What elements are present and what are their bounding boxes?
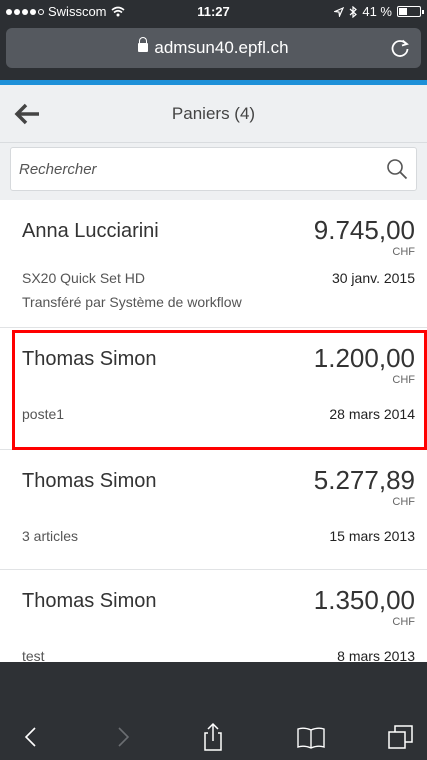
reload-icon[interactable] (389, 37, 411, 59)
battery-fill (399, 8, 407, 15)
address-bar[interactable]: admsun40.epfl.ch (6, 28, 421, 68)
list-item[interactable]: Thomas Simon 1.350,00 CHF test 8 mars 20… (0, 570, 427, 670)
cart-amount: 9.745,00 (313, 215, 415, 245)
cart-currency: CHF (392, 374, 415, 386)
share-icon[interactable] (198, 722, 228, 752)
cart-description: SX20 Quick Set HD (22, 270, 145, 286)
cart-description: 3 articles (22, 528, 79, 544)
cart-date: 28 mars 2014 (329, 406, 415, 422)
cart-amount: 1.350,00 (313, 585, 415, 615)
lock-icon (138, 37, 149, 52)
cart-currency: CHF (392, 616, 415, 628)
tabs-icon[interactable] (386, 722, 416, 752)
cart-amount: 1.200,00 (313, 343, 415, 373)
chevron-left-icon[interactable] (16, 722, 46, 752)
cart-currency: CHF (392, 496, 415, 508)
magnifier-icon[interactable] (386, 158, 408, 180)
url-text: admsun40.epfl.ch (154, 38, 289, 57)
search-input[interactable] (19, 148, 369, 190)
cart-owner: Thomas Simon (22, 590, 157, 612)
cart-list: Anna Lucciarini 9.745,00 CHF SX20 Quick … (0, 200, 427, 670)
search-area (0, 143, 427, 200)
toolbar-spacer (0, 662, 427, 714)
chevron-right-icon[interactable] (108, 722, 138, 752)
browser-chrome-top: Swisscom 11:27 41 % admsun40.epfl.ch (0, 0, 427, 84)
cart-date: 15 mars 2013 (329, 528, 415, 544)
list-item[interactable]: Thomas Simon 5.277,89 CHF 3 articles 15 … (0, 450, 427, 570)
battery-percent: 41 % (362, 4, 392, 19)
cart-note: Transféré par Système de workflow (22, 294, 242, 310)
browser-toolbar (0, 714, 427, 760)
status-bar: Swisscom 11:27 41 % (0, 0, 427, 22)
list-item[interactable]: Thomas Simon 1.200,00 CHF poste1 28 mars… (0, 328, 427, 450)
cart-description: poste1 (22, 406, 65, 422)
app-header: Paniers (4) (0, 85, 427, 143)
cart-owner: Thomas Simon (22, 470, 157, 492)
cart-owner: Anna Lucciarini (22, 220, 159, 242)
page-title: Paniers (4) (171, 104, 256, 123)
cart-amount: 5.277,89 (313, 465, 415, 495)
cart-owner: Thomas Simon (22, 348, 157, 370)
cart-date: 30 janv. 2015 (331, 270, 415, 286)
bookmarks-icon[interactable] (296, 722, 326, 752)
cart-currency: CHF (392, 246, 415, 258)
bluetooth-icon (349, 5, 358, 18)
battery-icon (397, 6, 424, 17)
location-icon (334, 6, 345, 17)
list-item[interactable]: Anna Lucciarini 9.745,00 CHF SX20 Quick … (0, 200, 427, 328)
search-box (10, 147, 417, 191)
